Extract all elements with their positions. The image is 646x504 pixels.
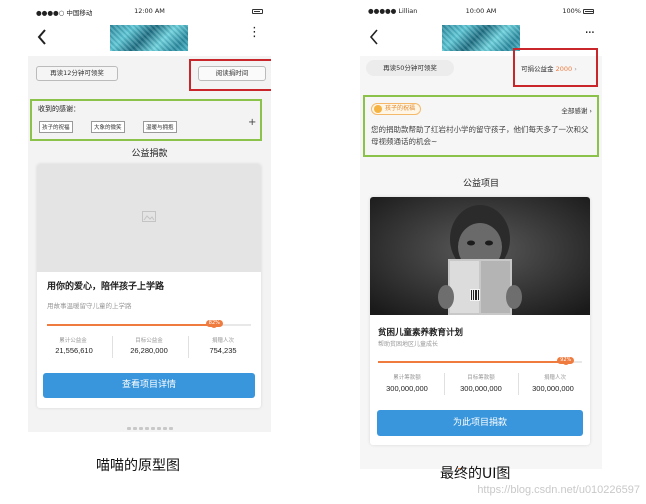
- donatable-label: 可捐公益金: [521, 65, 554, 73]
- read-reward-button[interactable]: 再读50分钟可领奖: [366, 60, 454, 76]
- image-placeholder: [37, 164, 261, 272]
- back-arrow-icon[interactable]: [368, 28, 380, 46]
- prototype-caption: 喵喵的原型图: [96, 458, 180, 474]
- donatable-value: 2000: [555, 65, 573, 73]
- thanks-title: 收到的感谢：: [38, 105, 80, 113]
- donate-button[interactable]: 为此项目捐款: [377, 410, 583, 436]
- more-vertical-icon[interactable]: ⋮: [248, 26, 261, 39]
- thanks-message: 您的捐助款帮助了红岩村小学的留守孩子，他们每天多了一次和父母视频通话的机会~: [371, 125, 589, 146]
- progress-fill: [378, 361, 566, 363]
- battery-icon: [583, 8, 594, 14]
- stat-label: 目标筹款额: [467, 375, 495, 381]
- final-ui-screen: ●●●●● Lillian 10:00 AM 100% ··· 再读50分钟可领…: [360, 4, 602, 469]
- card-subtitle: 帮助贫困地区儿童成长: [378, 341, 439, 348]
- image-icon: [142, 211, 156, 222]
- stat-value: 300,000,000: [532, 384, 574, 393]
- thanks-badge[interactable]: 孩子的祝福: [371, 103, 422, 115]
- project-card: 贫困儿童素养教育计划 帮助贫困地区儿童成长 92% 累计筹款额 300,000,…: [370, 197, 590, 445]
- stat-label: 捐赠人次: [543, 375, 566, 381]
- all-thanks-link[interactable]: 全部感谢 ›: [561, 105, 592, 115]
- clock: 12:00 AM: [134, 7, 165, 15]
- thanks-tag[interactable]: 温暖与拥抱: [143, 121, 177, 133]
- section-title: 公益捐款: [131, 149, 168, 159]
- stat-value: 26,280,000: [130, 346, 168, 355]
- battery-icon: [252, 7, 263, 15]
- battery-indicator: 100%: [562, 7, 594, 15]
- read-reward-button[interactable]: 再读12分钟可领奖: [36, 66, 118, 81]
- stat-value: 754,235: [209, 346, 237, 355]
- stat-label: 累计筹款额: [393, 375, 421, 381]
- status-bar: ●●●●● Lillian 10:00 AM 100%: [360, 4, 602, 18]
- stat-label: 累计公益金: [59, 338, 87, 344]
- progress-badge: 82%: [205, 320, 223, 327]
- stat-label: 目标公益金: [135, 338, 163, 344]
- progress-fill: [47, 324, 215, 326]
- chevron-right-icon: ›: [574, 65, 577, 73]
- thanks-tag[interactable]: 孩子的祝福: [39, 121, 73, 133]
- reading-time-button[interactable]: 阅读捐时间: [198, 66, 266, 81]
- back-arrow-icon[interactable]: [36, 28, 48, 46]
- view-details-button[interactable]: 查看项目详情: [43, 373, 255, 398]
- more-horizontal-icon[interactable]: ···: [585, 26, 595, 41]
- section-title: 公益项目: [462, 179, 499, 189]
- card-subtitle: 用故事温暖留守儿童的上学路: [47, 302, 132, 310]
- card-title: 用你的爱心，陪伴孩子上学路: [47, 282, 165, 292]
- thanks-tag[interactable]: 大象的微笑: [91, 121, 125, 133]
- progress-bar: [378, 359, 582, 365]
- progress-badge: 92%: [557, 357, 575, 364]
- stat-divider: [188, 336, 189, 358]
- nav-bar: ⋮: [28, 18, 271, 56]
- stat-value: 300,000,000: [460, 384, 502, 393]
- battery-percent: 100%: [562, 7, 581, 15]
- plus-icon[interactable]: +: [248, 117, 256, 128]
- final-ui-caption: 最终的UI图: [440, 466, 511, 482]
- badge-label: 孩子的祝福: [385, 105, 416, 112]
- medal-icon: [374, 105, 382, 113]
- card-title: 贫困儿童素养教育计划: [378, 328, 464, 338]
- project-photo: [370, 197, 590, 315]
- thumbnail-image: [442, 25, 520, 51]
- project-card: 用你的爱心，陪伴孩子上学路 用故事温暖留守儿童的上学路 82% 累计公益金 21…: [37, 164, 261, 408]
- watermark: https://blog.csdn.net/u010226597: [477, 484, 640, 496]
- status-bar: ●●●●○ 中国移动 12:00 AM: [28, 4, 271, 18]
- thumbnail-image: [110, 25, 188, 51]
- stat-value: 300,000,000: [386, 384, 428, 393]
- prototype-screen: ●●●●○ 中国移动 12:00 AM ⋮ 再读12分钟可领奖 阅读捐时间 收到…: [28, 4, 271, 432]
- page-indicator: [28, 415, 271, 432]
- donatable-funds-link[interactable]: 可捐公益金 2000 ›: [521, 63, 577, 73]
- stat-label: 捐赠人次: [211, 338, 234, 344]
- stat-value: 21,556,610: [55, 346, 93, 355]
